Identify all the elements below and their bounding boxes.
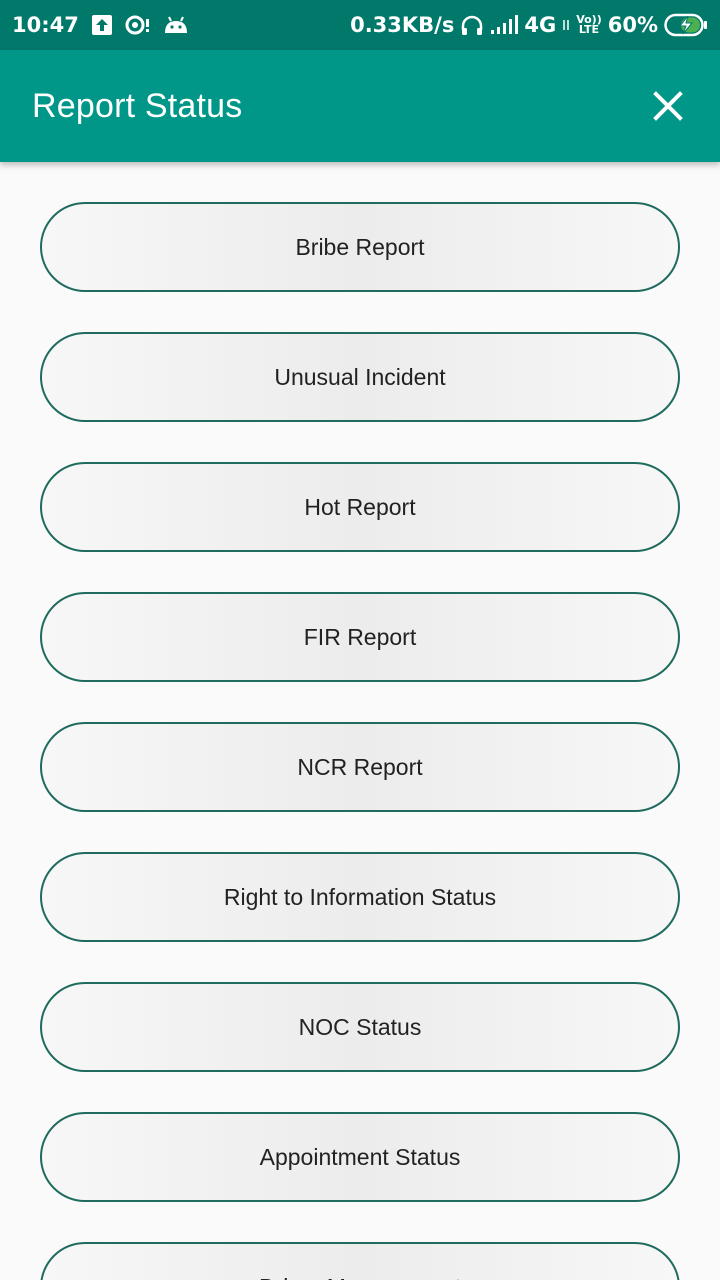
app-bar: Report Status xyxy=(0,50,720,162)
android-icon xyxy=(163,15,189,35)
data-arrows-icon xyxy=(562,18,570,32)
hot-report-button[interactable]: Hot Report xyxy=(40,462,680,552)
network-type: 4G xyxy=(524,13,557,37)
battery-charging-icon xyxy=(664,13,708,37)
driver-management-button[interactable]: Driver Management xyxy=(40,1242,680,1280)
close-button[interactable] xyxy=(648,86,688,126)
close-icon xyxy=(653,91,683,121)
unusual-incident-button[interactable]: Unusual Incident xyxy=(40,332,680,422)
headset-icon xyxy=(460,14,484,36)
net-speed: 0.33KB/s xyxy=(350,13,455,37)
sync-icon xyxy=(125,14,151,36)
volte-icon: Vo)) LTE xyxy=(576,13,602,36)
upload-icon xyxy=(91,14,113,36)
status-bar: 10:47 0.33KB/s 4G Vo)) LTE 60% xyxy=(0,0,720,50)
signal-icon xyxy=(490,15,519,35)
bribe-report-button[interactable]: Bribe Report xyxy=(40,202,680,292)
report-status-list: Bribe Report Unusual Incident Hot Report… xyxy=(0,162,720,1280)
noc-status-button[interactable]: NOC Status xyxy=(40,982,680,1072)
clock: 10:47 xyxy=(12,13,79,37)
appointment-status-button[interactable]: Appointment Status xyxy=(40,1112,680,1202)
battery-percent: 60% xyxy=(607,13,658,37)
rti-status-button[interactable]: Right to Information Status xyxy=(40,852,680,942)
ncr-report-button[interactable]: NCR Report xyxy=(40,722,680,812)
fir-report-button[interactable]: FIR Report xyxy=(40,592,680,682)
page-title: Report Status xyxy=(32,86,243,125)
